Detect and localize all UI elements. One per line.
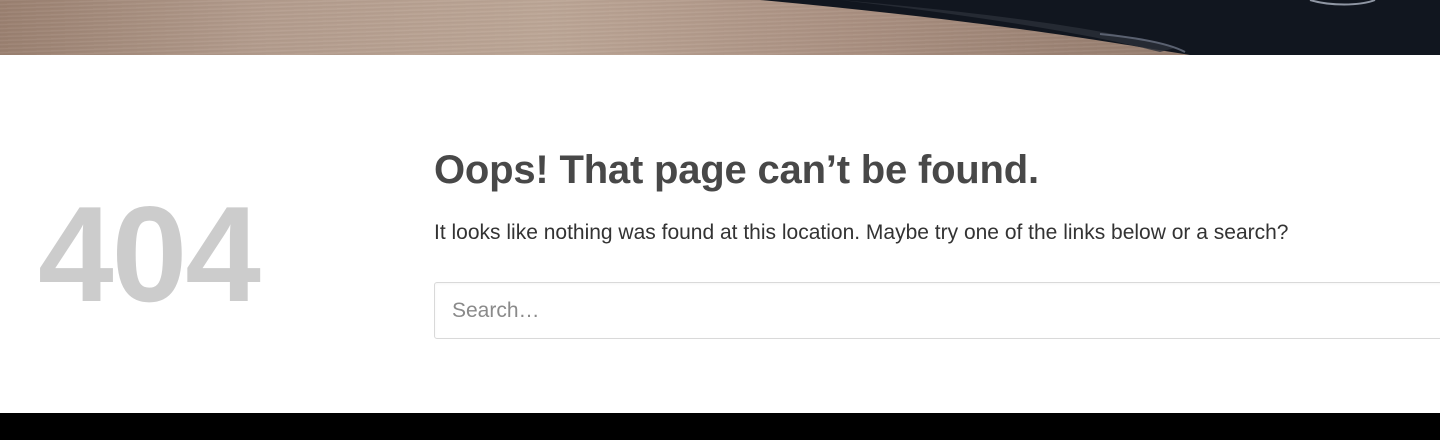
header-image-graphic — [760, 0, 1440, 55]
error-code: 404 — [38, 178, 261, 330]
header-image — [0, 0, 1440, 55]
footer-bar — [0, 413, 1440, 440]
error-content: Oops! That page can’t be found. It looks… — [434, 146, 1440, 339]
error-description: It looks like nothing was found at this … — [434, 221, 1289, 244]
search-input[interactable] — [434, 282, 1440, 339]
page: 404 Oops! That page can’t be found. It l… — [0, 0, 1440, 440]
page-title: Oops! That page can’t be found. — [434, 148, 1039, 192]
search-form — [434, 282, 1440, 339]
